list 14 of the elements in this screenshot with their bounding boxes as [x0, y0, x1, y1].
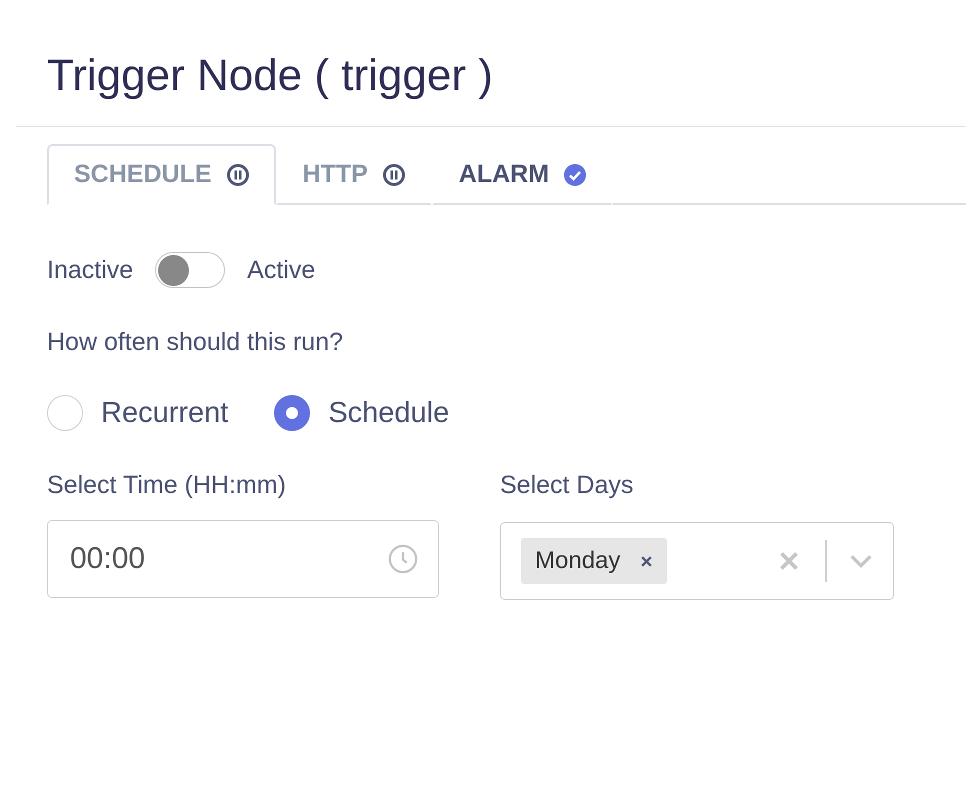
clock-icon — [388, 544, 418, 574]
active-label: Active — [247, 256, 316, 284]
time-field[interactable]: 00:00 — [47, 520, 439, 598]
toggle-switch[interactable] — [155, 252, 226, 288]
radio-label[interactable]: Recurrent — [101, 396, 228, 430]
question-text: How often should this run? — [47, 328, 344, 357]
radio-label[interactable]: Schedule — [328, 396, 450, 430]
inactive-label: Inactive — [47, 256, 134, 284]
field-label: Select Time (HH:mm) — [47, 471, 287, 500]
field-label: Select Days — [500, 471, 634, 500]
radio-button[interactable] — [274, 395, 310, 431]
days-select[interactable]: Monday — [500, 522, 894, 600]
remove-icon[interactable] — [640, 554, 654, 568]
node-title: Trigger Node ( trigger ) — [46, 50, 494, 102]
